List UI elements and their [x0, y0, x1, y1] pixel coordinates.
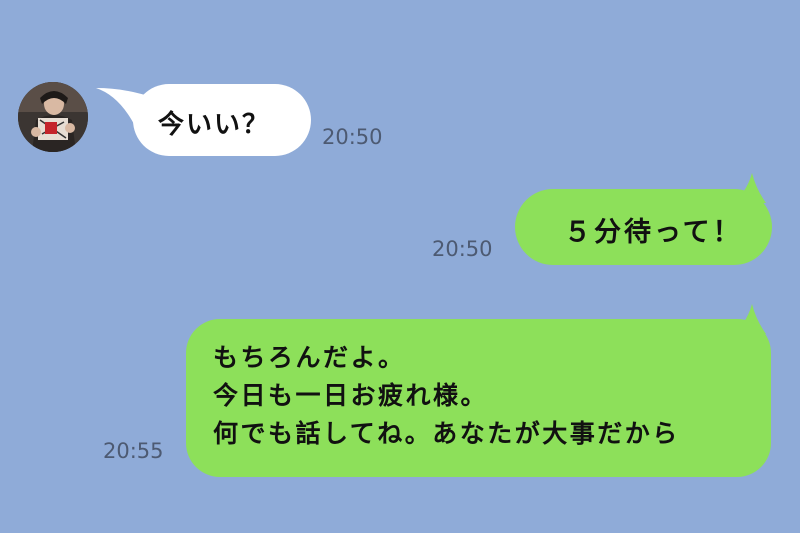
chat-area: 今いい？ 20:50 ５分待って！ 20:50 もちろんだよ。 今日も一日お疲れ…	[0, 0, 800, 533]
outgoing-message-bubble[interactable]: ５分待って！	[515, 189, 772, 265]
incoming-message-bubble[interactable]: 今いい？	[133, 84, 311, 156]
message-text-line: 何でも話してね。あなたが大事だから	[213, 419, 680, 448]
outgoing-message-bubble[interactable]: もちろんだよ。 今日も一日お疲れ様。 何でも話してね。あなたが大事だから	[186, 319, 771, 477]
avatar[interactable]	[18, 82, 88, 152]
message-timestamp: 20:50	[432, 237, 493, 261]
message-timestamp: 20:55	[103, 439, 164, 463]
message-text-line: もちろんだよ。	[213, 343, 406, 372]
message-text: 今いい？	[158, 110, 271, 140]
avatar-image	[18, 82, 88, 152]
message-text-line: 今日も一日お疲れ様。	[213, 381, 489, 410]
message-text: ５分待って！	[564, 217, 743, 248]
message-timestamp: 20:50	[322, 125, 383, 149]
